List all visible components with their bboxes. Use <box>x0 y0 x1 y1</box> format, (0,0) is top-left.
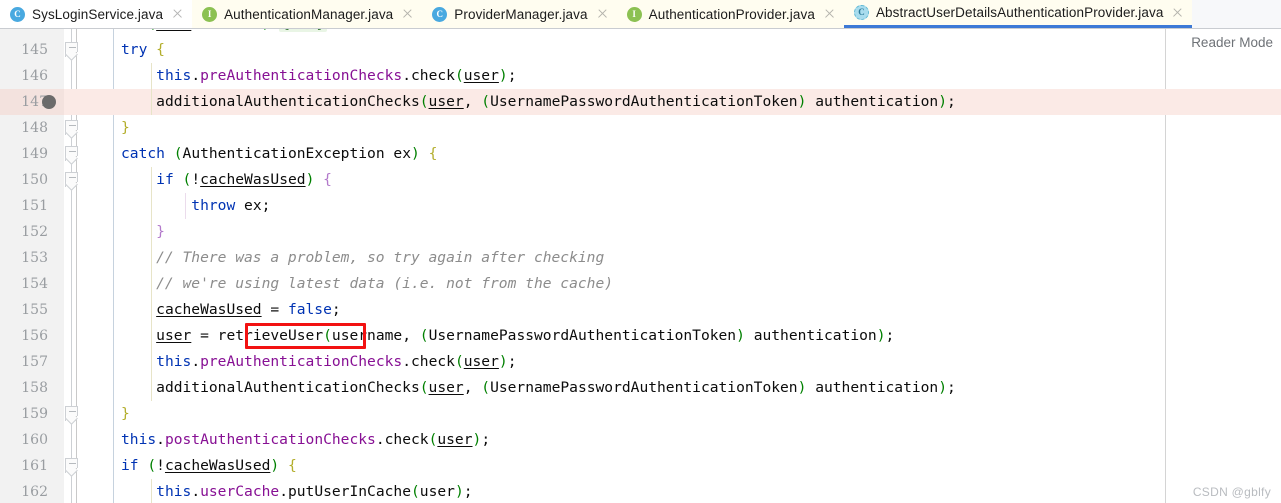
line-number: 157 <box>21 354 48 370</box>
line-number: 148 <box>21 120 48 136</box>
code-line-145[interactable]: 145 try { <box>0 37 1281 63</box>
tab-label: AuthenticationProvider.java <box>648 6 815 22</box>
tab-label: AuthenticationManager.java <box>224 6 394 22</box>
code-text: try { <box>121 41 165 58</box>
fold-minus-icon[interactable] <box>65 406 78 421</box>
line-number: 153 <box>21 250 48 266</box>
line-number: 162 <box>21 484 48 500</box>
code-line-146[interactable]: 146 this.preAuthenticationChecks.check(u… <box>0 63 1281 89</box>
fold-minus-icon[interactable] <box>65 146 78 161</box>
class-icon: C <box>432 6 448 22</box>
close-icon[interactable] <box>596 8 608 20</box>
abstract-class-icon: C <box>853 5 869 20</box>
code-line-144[interactable]: 144 if (user == null) {...} <box>0 29 1281 37</box>
code-line-159[interactable]: 159 } <box>0 401 1281 427</box>
code-line-152[interactable]: 152 } <box>0 219 1281 245</box>
code-text: this.preAuthenticationChecks.check(user)… <box>156 353 517 370</box>
editor-tab-bar: C SysLoginService.java I AuthenticationM… <box>0 0 1281 29</box>
code-text: } <box>156 223 165 240</box>
code-text: // There was a problem, so try again aft… <box>121 249 605 266</box>
tab-label: SysLoginService.java <box>32 6 164 22</box>
code-line-157[interactable]: 157 this.preAuthenticationChecks.check(u… <box>0 349 1281 375</box>
interface-icon: I <box>202 6 218 22</box>
line-number: 146 <box>21 68 48 84</box>
fold-minus-icon[interactable] <box>65 42 78 57</box>
code-text: user = retrieveUser(username, (UsernameP… <box>156 327 895 344</box>
code-line-150[interactable]: 150 if (!cacheWasUsed) { <box>0 167 1281 193</box>
code-line-162[interactable]: 162 this.userCache.putUserInCache(user); <box>0 479 1281 503</box>
code-text: this.userCache.putUserInCache(user); <box>156 483 473 500</box>
code-line-151[interactable]: 151 throw ex; <box>0 193 1281 219</box>
code-line-154[interactable]: 154 // we're using latest data (i.e. not… <box>0 271 1281 297</box>
line-number: 151 <box>21 198 48 214</box>
close-icon[interactable] <box>1171 7 1183 19</box>
line-number: 149 <box>21 146 48 162</box>
line-number: 156 <box>21 328 48 344</box>
code-text: if (!cacheWasUsed) { <box>121 457 297 474</box>
code-line-158[interactable]: 158 additionalAuthenticationChecks(user,… <box>0 375 1281 401</box>
code-text: } <box>121 405 130 422</box>
tab-label: ProviderManager.java <box>454 6 588 22</box>
close-icon[interactable] <box>401 8 413 20</box>
line-number: 155 <box>21 302 48 318</box>
code-text: this.postAuthenticationChecks.check(user… <box>121 431 491 448</box>
code-line-149[interactable]: 149 catch (AuthenticationException ex) { <box>0 141 1281 167</box>
line-number: 158 <box>21 380 48 396</box>
line-number: 152 <box>21 224 48 240</box>
interface-icon: I <box>626 6 642 22</box>
fold-minus-icon[interactable] <box>65 120 78 135</box>
watermark-label: CSDN @gblfy <box>1192 485 1271 499</box>
line-number: 150 <box>21 172 48 188</box>
code-text: if (!cacheWasUsed) { <box>156 171 332 188</box>
code-text: catch (AuthenticationException ex) { <box>121 145 438 162</box>
line-number: 145 <box>21 42 48 58</box>
tab-sys-login-service[interactable]: C SysLoginService.java <box>0 0 193 28</box>
fold-minus-icon[interactable] <box>65 458 78 473</box>
code-editor[interactable]: 144 if (user == null) {...} 145 try { 14… <box>0 29 1281 503</box>
tab-abstract-user-details-authentication-provider[interactable]: C AbstractUserDetailsAuthenticationProvi… <box>843 0 1193 28</box>
code-line-153[interactable]: 153 // There was a problem, so try again… <box>0 245 1281 271</box>
code-text: if (user == null) {...} <box>121 29 328 37</box>
line-number: 159 <box>21 406 48 422</box>
tab-label: AbstractUserDetailsAuthenticationProvide… <box>875 5 1164 20</box>
tab-authentication-provider[interactable]: I AuthenticationProvider.java <box>616 0 844 28</box>
code-text: cacheWasUsed = false; <box>156 301 341 318</box>
code-line-161[interactable]: 161 if (!cacheWasUsed) { <box>0 453 1281 479</box>
code-text: additionalAuthenticationChecks(user, (Us… <box>156 93 956 110</box>
class-icon: C <box>10 6 25 22</box>
code-line-148[interactable]: 148 } <box>0 115 1281 141</box>
code-line-160[interactable]: 160 this.postAuthenticationChecks.check(… <box>0 427 1281 453</box>
code-text: // we're using latest data (i.e. not fro… <box>121 275 614 292</box>
code-text: additionalAuthenticationChecks(user, (Us… <box>156 379 956 396</box>
tab-authentication-manager[interactable]: I AuthenticationManager.java <box>192 0 423 28</box>
reader-mode-label[interactable]: Reader Mode <box>1191 35 1273 50</box>
tab-provider-manager[interactable]: C ProviderManager.java <box>422 0 617 28</box>
code-text: throw ex; <box>191 197 271 214</box>
close-icon[interactable] <box>171 8 183 20</box>
code-line-155[interactable]: 155 cacheWasUsed = false; <box>0 297 1281 323</box>
close-icon[interactable] <box>823 8 835 20</box>
fold-minus-icon[interactable] <box>65 172 78 187</box>
code-text: this.preAuthenticationChecks.check(user)… <box>156 67 517 84</box>
code-line-147[interactable]: 147 additionalAuthenticationChecks(user,… <box>0 89 1281 115</box>
code-line-156[interactable]: 156 user = retrieveUser(username, (Usern… <box>0 323 1281 349</box>
line-number: 154 <box>21 276 48 292</box>
line-number: 160 <box>21 432 48 448</box>
line-number: 161 <box>21 458 48 474</box>
line-number: 147 <box>21 94 48 110</box>
code-text: } <box>121 119 130 136</box>
breakpoint-icon[interactable] <box>42 95 56 109</box>
line-number: 144 <box>0 29 48 37</box>
